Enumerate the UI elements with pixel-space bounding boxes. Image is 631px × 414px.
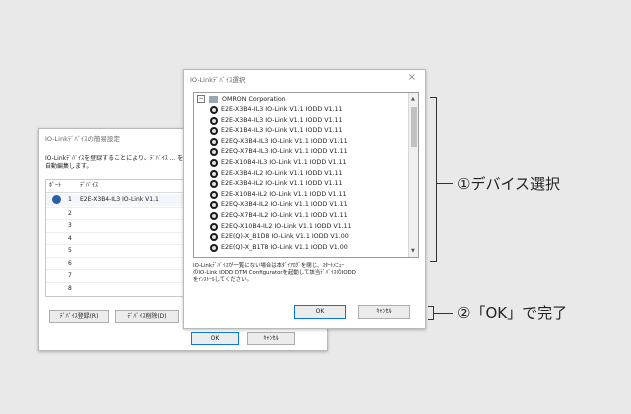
tree-root-label: OMRON Corporation <box>222 96 286 103</box>
sensor-device-icon <box>210 169 218 178</box>
device-tree-label: E2EQ-X3B4-IL3 IO-Link V1.1 IODD V1.11 <box>221 137 348 145</box>
folder-icon <box>209 95 219 103</box>
back-ok-button[interactable]: OK <box>191 332 239 345</box>
device-globe-icon <box>52 195 61 204</box>
install-note-line1: IO-Linkﾃﾞﾊﾞｲｽが一覧にない場合は本ﾀﾞｲｱﾛｸﾞを閉じ、ｽﾀｰﾄﾒﾆ… <box>193 263 345 269</box>
device-tree-item[interactable]: E2E-X10B4-IL3 IO-Link V1.1 IODD V1.11 <box>208 158 347 168</box>
select-cancel-button[interactable]: ｷｬﾝｾﾙ <box>358 305 410 319</box>
device-tree-label: E2E-X1B4-IL3 IO-Link V1.1 IODD V1.11 <box>221 127 343 135</box>
port-number: 5 <box>68 247 72 254</box>
device-tree-item[interactable]: E2EQ-X7B4-IL2 IO-Link V1.1 IODD V1.11 <box>208 211 348 221</box>
select-ok-button[interactable]: OK <box>294 305 346 319</box>
sensor-device-icon <box>210 233 218 242</box>
port-row[interactable]: 6 <box>46 256 191 269</box>
sensor-device-icon <box>210 180 218 189</box>
sensor-device-icon <box>210 116 218 125</box>
device-list-leader <box>437 183 453 184</box>
port-row[interactable]: 2 <box>46 206 191 219</box>
device-column-header: ﾃﾞﾊﾞｲｽ <box>80 182 99 189</box>
device-tree-label: E2E(Q)-X_B1T8 IO-Link V1.1 IODD V1.00 <box>221 243 348 251</box>
device-tree-label: E2E-X3B4-IL3 IO-Link V1.1 IODD V1.11 <box>221 116 343 124</box>
device-tree-label: E2E-X3B4-IL3 IO-Link V1.1 IODD V1.11 <box>221 106 343 113</box>
device-select-dialog: IO-Linkﾃﾞﾊﾞｲｽ選択 × − OMRON Corporation E2… <box>183 69 426 329</box>
port-number: 1 <box>68 196 72 203</box>
device-tree-item[interactable]: E2EQ-X7B4-IL3 IO-Link V1.1 IODD V1.11 <box>208 147 348 157</box>
port-row[interactable]: 1 E2E-X3B4-IL3 IO-Link V1.1 <box>46 194 191 206</box>
step1-callout: ①デバイス選択 <box>457 175 560 193</box>
port-row[interactable]: 3 <box>46 219 191 231</box>
device-tree-label: E2E-X3B4-IL2 IO-Link V1.1 IODD V1.11 <box>221 169 343 177</box>
ok-button-leader <box>434 313 453 314</box>
collapse-icon[interactable]: − <box>197 95 205 103</box>
delete-device-button[interactable]: ﾃﾞﾊﾞｲｽ削除(D) <box>115 310 179 323</box>
sensor-device-icon <box>210 222 218 231</box>
register-device-button[interactable]: ﾃﾞﾊﾞｲｽ登録(R) <box>49 310 109 323</box>
device-tree-label: E2EQ-X3B4-IL2 IO-Link V1.1 IODD V1.11 <box>221 201 348 209</box>
device-tree-item[interactable]: E2EQ-X3B4-IL2 IO-Link V1.1 IODD V1.11 <box>208 200 348 210</box>
port-number: 3 <box>68 222 72 229</box>
port-row[interactable]: 4 <box>46 231 191 244</box>
port-row[interactable]: 5 <box>46 244 191 256</box>
device-list-bracket <box>430 97 437 262</box>
port-number: 4 <box>68 234 72 242</box>
device-tree-item[interactable]: E2E-X3B4-IL2 IO-Link V1.1 IODD V1.11 <box>208 169 343 179</box>
port-row[interactable]: 7 <box>46 269 191 281</box>
device-tree-item[interactable]: E2E(Q)-X_B1D8 IO-Link V1.1 IODD V1.00 <box>208 232 349 242</box>
close-icon[interactable]: × <box>408 72 416 83</box>
scroll-up-arrow[interactable]: ▲ <box>411 96 415 102</box>
device-tree-item[interactable]: E2EQ-X3B4-IL3 IO-Link V1.1 IODD V1.11 <box>208 137 348 147</box>
install-note-line2: のIO-Link IODD DTM Configuratorを起動して該当ﾃﾞﾊ… <box>193 270 356 276</box>
device-tree-item[interactable]: E2E-X10B4-IL2 IO-Link V1.1 IODD V1.11 <box>208 190 347 200</box>
device-tree-label: E2E-X10B4-IL2 IO-Link V1.1 IODD V1.11 <box>221 190 347 198</box>
port-number: 2 <box>68 209 72 217</box>
port-row[interactable]: 8 <box>46 281 191 294</box>
port-number: 6 <box>68 259 72 267</box>
sensor-device-icon <box>210 243 218 252</box>
sensor-device-icon <box>210 159 218 167</box>
port-number: 7 <box>68 272 72 279</box>
back-cancel-button[interactable]: ｷｬﾝｾﾙ <box>247 332 295 345</box>
scroll-down-arrow[interactable]: ▼ <box>411 248 415 254</box>
device-tree-item[interactable]: E2E-X3B4-IL3 IO-Link V1.1 IODD V1.11 <box>208 105 343 115</box>
sensor-device-icon <box>210 137 218 146</box>
device-tree-label: E2EQ-X10B4-IL2 IO-Link V1.1 IODD V1.11 <box>221 222 352 230</box>
device-tree-item[interactable]: E2E(Q)-X_B1T8 IO-Link V1.1 IODD V1.00 <box>208 243 348 253</box>
sensor-device-icon <box>210 127 218 136</box>
device-select-dialog-title: IO-Linkﾃﾞﾊﾞｲｽ選択 <box>190 76 246 84</box>
scroll-thumb[interactable] <box>411 107 417 147</box>
tree-scrollbar[interactable]: ▲ ▼ <box>408 93 418 257</box>
device-tree-item[interactable]: E2E-X3B4-IL3 IO-Link V1.1 IODD V1.11 <box>208 116 343 126</box>
device-tree-item[interactable]: E2E-X1B4-IL3 IO-Link V1.1 IODD V1.11 <box>208 126 343 136</box>
device-tree-item[interactable]: E2EQ-X10B4-IL2 IO-Link V1.1 IODD V1.11 <box>208 222 352 232</box>
device-tree-label: E2EQ-X7B4-IL2 IO-Link V1.1 IODD V1.11 <box>221 212 348 219</box>
sensor-device-icon <box>210 212 218 220</box>
port-table: ﾎﾟｰﾄ ﾃﾞﾊﾞｲｽ 1 E2E-X3B4-IL3 IO-Link V1.1 2 3… <box>45 179 191 297</box>
device-tree-item[interactable]: E2E-X3B4-IL2 IO-Link V1.1 IODD V1.11 <box>208 179 343 189</box>
step2-callout: ②「OK」で完了 <box>457 304 568 322</box>
device-setup-dialog-title: IO-Linkﾃﾞﾊﾞｲｽの簡易設定 <box>45 135 120 143</box>
port-number: 8 <box>68 284 72 292</box>
device-tree-label: E2E-X10B4-IL3 IO-Link V1.1 IODD V1.11 <box>221 159 347 166</box>
port-column-header: ﾎﾟｰﾄ <box>49 182 62 189</box>
sensor-device-icon <box>210 201 218 210</box>
sensor-device-icon <box>210 106 218 114</box>
install-note-line3: をｲﾝｽﾄｰﾙしてください。 <box>193 277 252 283</box>
port-device-name: E2E-X3B4-IL3 IO-Link V1.1 <box>80 196 159 203</box>
sensor-device-icon <box>210 190 218 199</box>
device-tree[interactable]: − OMRON Corporation E2E-X3B4-IL3 IO-Link… <box>193 92 419 258</box>
install-note: IO-Linkﾃﾞﾊﾞｲｽが一覧にない場合は本ﾀﾞｲｱﾛｸﾞを閉じ、ｽﾀｰﾄﾒﾆ… <box>193 263 421 284</box>
device-tree-label: E2E-X3B4-IL2 IO-Link V1.1 IODD V1.11 <box>221 180 343 188</box>
device-tree-label: E2EQ-X7B4-IL3 IO-Link V1.1 IODD V1.11 <box>221 148 348 156</box>
device-setup-description: IO-Linkﾃﾞﾊﾞｲｽを登録することにより、ﾃﾞﾊﾞｲｽ ... を自動編集… <box>45 155 184 170</box>
device-tree-label: E2E(Q)-X_B1D8 IO-Link V1.1 IODD V1.00 <box>221 233 349 241</box>
sensor-device-icon <box>210 148 218 157</box>
tree-root-row[interactable]: − OMRON Corporation <box>197 95 286 105</box>
